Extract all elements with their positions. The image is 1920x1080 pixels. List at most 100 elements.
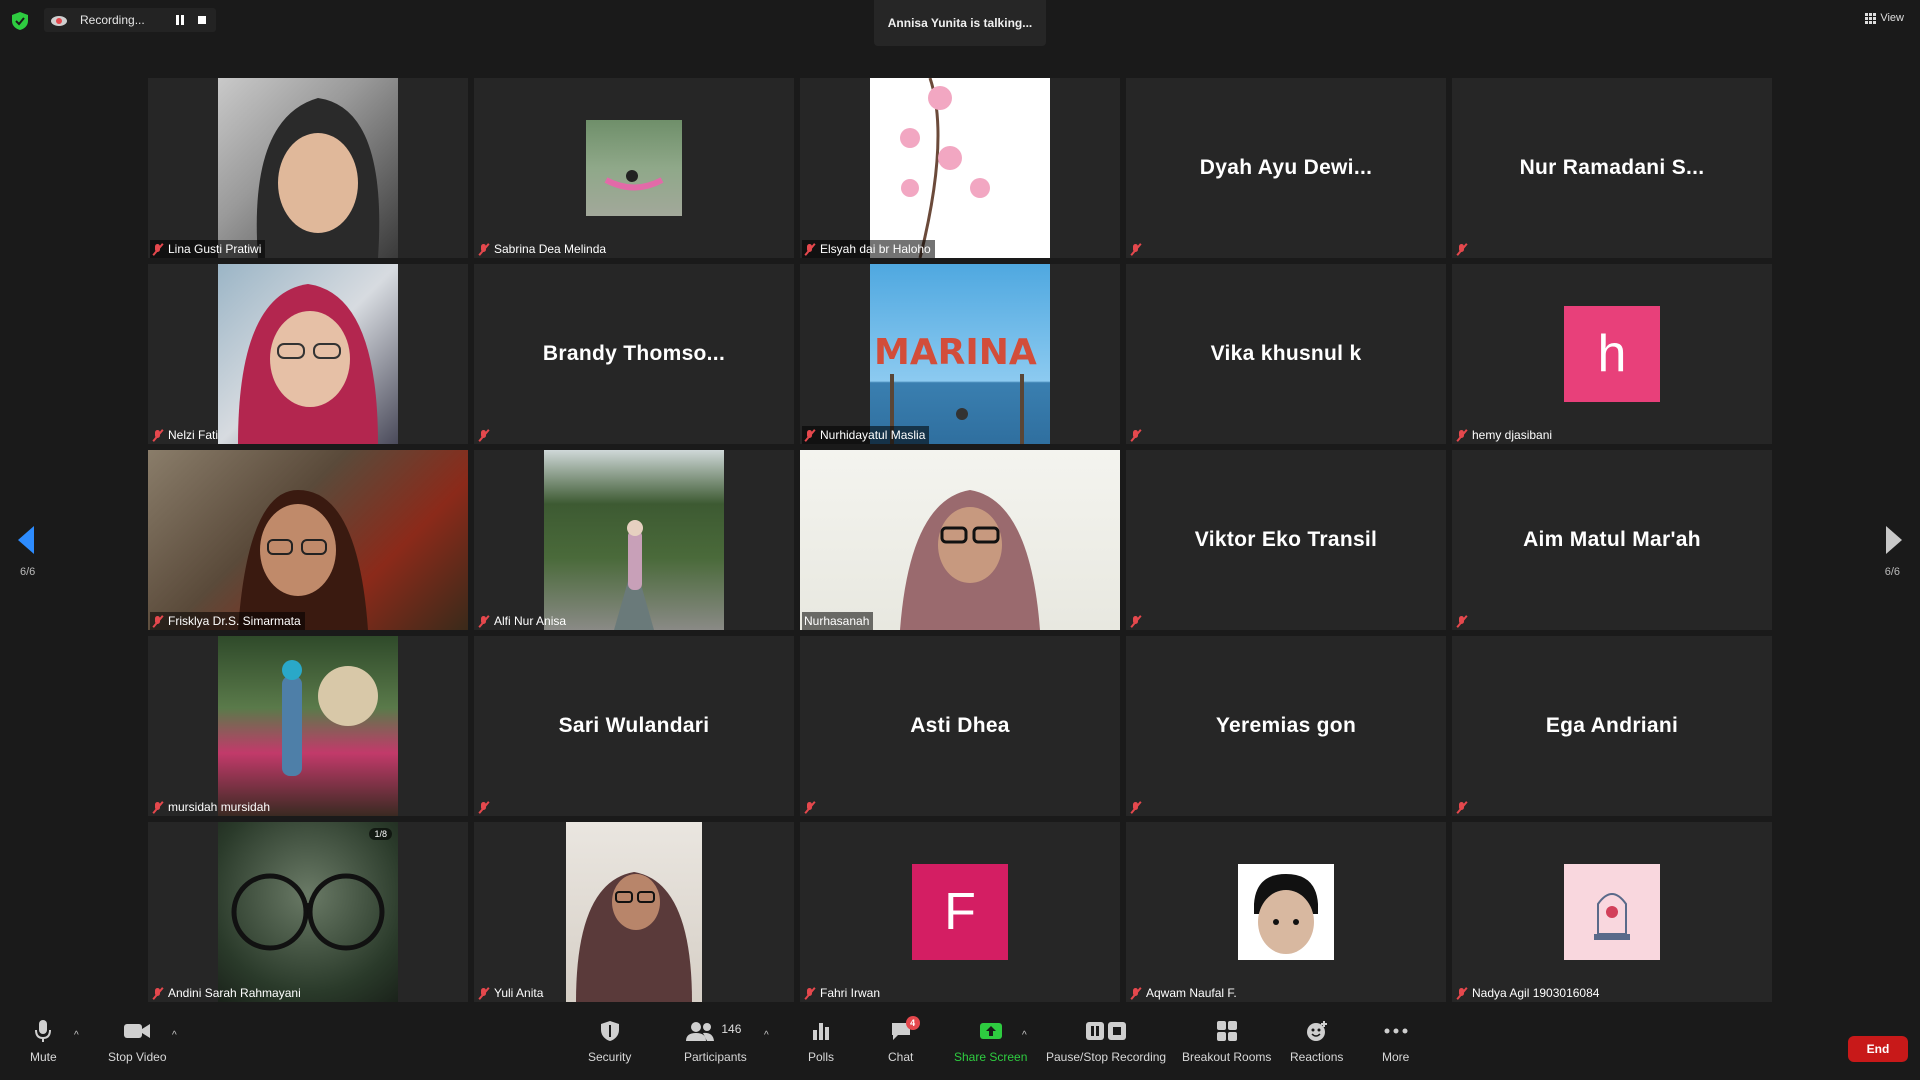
participant-label (1454, 798, 1472, 816)
participant-label: mursidah mursidah (150, 798, 274, 816)
participant-tile[interactable]: Elsyah dai br Haloho (800, 78, 1120, 258)
svg-text:MARINA: MARINA (874, 332, 1037, 373)
participant-tile[interactable]: Ega Andriani (1452, 636, 1772, 816)
stop-video-button[interactable]: Stop Video (108, 1018, 167, 1064)
participant-avatar: h (1564, 306, 1660, 402)
participant-name: Brandy Thomso... (542, 342, 726, 365)
participants-count: 146 (721, 1022, 742, 1036)
participant-video (566, 822, 702, 1002)
chat-label: Chat (888, 1050, 914, 1064)
mic-muted-icon (1130, 243, 1142, 256)
participant-tile[interactable]: Alfi Nur Anisa (474, 450, 794, 630)
chat-bubble-icon: 4 (890, 1016, 920, 1044)
participant-tile[interactable]: Asti Dhea (800, 636, 1120, 816)
more-label: More (1382, 1050, 1410, 1064)
participant-label: Andini Sarah Rahmayani (150, 984, 305, 1002)
polls-button[interactable]: Polls (808, 1018, 834, 1064)
gallery-grid-icon (1865, 12, 1877, 24)
participant-tile[interactable]: h hemy djasibani (1452, 264, 1772, 444)
mic-muted-icon (152, 987, 164, 1000)
security-shield-icon[interactable] (12, 12, 28, 30)
page-indicator-left: 6/6 (20, 566, 36, 578)
mute-button[interactable]: Mute (30, 1018, 57, 1064)
participants-options-caret-icon[interactable]: ^ (764, 1030, 769, 1041)
participant-video (870, 78, 1050, 258)
mic-muted-icon (1456, 429, 1468, 442)
participant-tile[interactable]: MARINA Nurhidayatul Maslia (800, 264, 1120, 444)
mic-muted-icon (478, 429, 490, 442)
reactions-button[interactable]: Reactions (1290, 1018, 1343, 1064)
participant-tile[interactable]: mursidah mursidah (148, 636, 468, 816)
more-button[interactable]: More (1382, 1018, 1409, 1064)
pause-stop-recording-button[interactable]: Pause/Stop Recording (1046, 1018, 1166, 1064)
participant-tile[interactable]: Aim Matul Mar'ah (1452, 450, 1772, 630)
pause-stop-recording-icon (1084, 1018, 1128, 1044)
participant-tile[interactable]: Dyah Ayu Dewi... (1126, 78, 1446, 258)
participant-name: Vika khusnul k (1210, 342, 1362, 365)
share-options-caret-icon[interactable]: ^ (1022, 1030, 1027, 1041)
audio-options-caret-icon[interactable]: ^ (74, 1030, 79, 1041)
participant-tile[interactable]: Nelzi Fati (148, 264, 468, 444)
mic-muted-icon (1130, 801, 1142, 814)
participant-video (544, 450, 724, 630)
participant-video: 1/8 (218, 822, 398, 1002)
polls-label: Polls (808, 1050, 835, 1064)
mic-muted-icon (478, 615, 490, 628)
participant-tile[interactable]: Yeremias gon (1126, 636, 1446, 816)
breakout-rooms-button[interactable]: Breakout Rooms (1182, 1018, 1271, 1064)
participant-label (802, 798, 820, 816)
mic-muted-icon (478, 801, 490, 814)
participant-label: Nurhidayatul Maslia (802, 426, 930, 444)
video-camera-icon (123, 1018, 151, 1044)
participant-tile[interactable]: Yuli Anita (474, 822, 794, 1002)
participant-name: Viktor Eko Transil (1194, 528, 1378, 551)
pause-recording-icon[interactable] (174, 14, 186, 26)
participant-tile[interactable]: Nadya Agil 1903016084 (1452, 822, 1772, 1002)
participant-name: Frisklya Dr.S. Simarmata (168, 614, 301, 628)
chat-button[interactable]: 4 Chat (888, 1016, 920, 1064)
security-button[interactable]: Security (588, 1018, 631, 1064)
participant-tile[interactable]: Sari Wulandari (474, 636, 794, 816)
share-screen-button[interactable]: Share Screen (954, 1018, 1027, 1064)
participants-button[interactable]: 146 Participants (684, 1018, 747, 1064)
participant-tile[interactable]: Sabrina Dea Melinda (474, 78, 794, 258)
participant-name: Sari Wulandari (558, 714, 710, 737)
participant-name: Aqwam Naufal F. (1146, 986, 1237, 1000)
participant-tile[interactable]: Brandy Thomso... (474, 264, 794, 444)
participant-tile[interactable]: Nur Ramadani S... (1452, 78, 1772, 258)
previous-page-icon[interactable] (18, 526, 34, 554)
participant-tile[interactable]: Lina Gusti Pratiwi (148, 78, 468, 258)
participant-name: mursidah mursidah (168, 800, 271, 814)
recording-indicator: Recording... (44, 8, 216, 32)
participant-name: Asti Dhea (910, 714, 1010, 737)
participant-video (218, 264, 398, 444)
avatar-letter: F (944, 883, 976, 941)
participant-tile[interactable]: 1/8 Andini Sarah Rahmayani (148, 822, 468, 1002)
participant-label: Elsyah dai br Haloho (802, 240, 935, 258)
participant-video (1238, 864, 1334, 960)
participant-video (586, 120, 682, 216)
view-button[interactable]: View (1865, 12, 1904, 24)
video-options-caret-icon[interactable]: ^ (172, 1030, 177, 1041)
participant-name: Nurhidayatul Maslia (820, 428, 926, 442)
participant-tile[interactable]: Frisklya Dr.S. Simarmata (148, 450, 468, 630)
page-indicator-right: 6/6 (1884, 566, 1900, 578)
mic-muted-icon (478, 243, 490, 256)
share-screen-icon (979, 1018, 1003, 1044)
participant-name: Nurhasanah (804, 614, 870, 628)
participant-label: hemy djasibani (1454, 426, 1556, 444)
next-page-icon[interactable] (1886, 526, 1902, 554)
participant-name: Yeremias gon (1215, 714, 1357, 737)
mic-muted-icon (1130, 615, 1142, 628)
stop-recording-icon[interactable] (198, 16, 206, 24)
participant-tile[interactable]: Vika khusnul k (1126, 264, 1446, 444)
end-meeting-button[interactable]: End (1848, 1036, 1908, 1062)
view-label: View (1880, 12, 1904, 24)
participant-tile[interactable]: Aqwam Naufal F. (1126, 822, 1446, 1002)
participant-tile[interactable]: Nurhasanah (800, 450, 1120, 630)
participant-video (218, 636, 398, 816)
participant-tile[interactable]: F Fahri Irwan (800, 822, 1120, 1002)
participant-name: Lina Gusti Pratiwi (168, 242, 262, 256)
participant-tile[interactable]: Viktor Eko Transil (1126, 450, 1446, 630)
participant-label: Lina Gusti Pratiwi (150, 240, 266, 258)
